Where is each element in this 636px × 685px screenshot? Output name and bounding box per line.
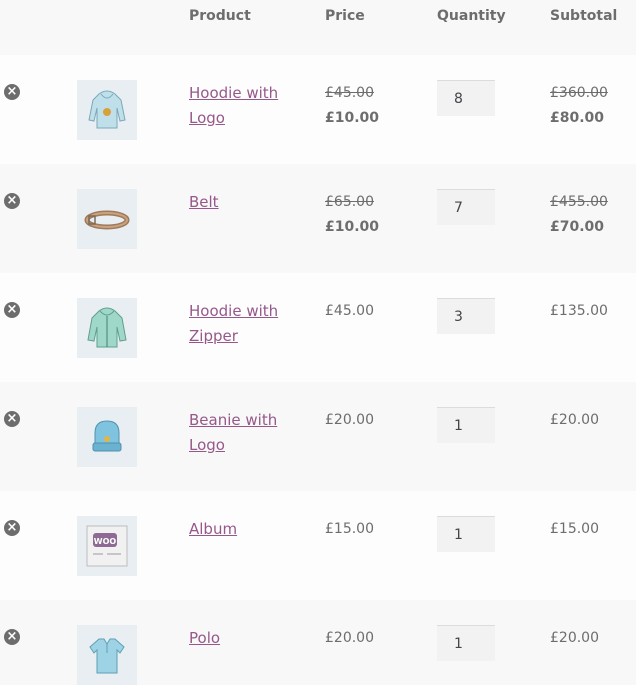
cart-row: × Hoodie with Zipper £45.00 3 £135.00	[0, 273, 636, 382]
remove-item-icon[interactable]: ×	[4, 84, 20, 100]
quantity-input[interactable]: 8	[437, 80, 495, 116]
beanie-icon[interactable]	[77, 407, 137, 467]
header-quantity: Quantity	[437, 8, 506, 24]
album-icon[interactable]: WOO	[77, 516, 137, 576]
remove-item-icon[interactable]: ×	[4, 302, 20, 318]
regular-subtotal: £455.00	[550, 194, 608, 210]
product-link-hoodie-logo[interactable]: Hoodie with Logo	[189, 81, 289, 131]
price-cell: £65.00 £10.00	[325, 190, 379, 240]
belt-icon[interactable]	[77, 189, 137, 249]
hoodie-logo-icon[interactable]	[77, 80, 137, 140]
cart-table: Product Price Quantity Subtotal × Hoodie…	[0, 0, 636, 685]
quantity-input[interactable]: 1	[437, 516, 495, 552]
header-price: Price	[325, 8, 365, 24]
price-cell: £45.00 £10.00	[325, 81, 379, 131]
sale-price: £10.00	[325, 219, 380, 235]
remove-item-icon[interactable]: ×	[4, 411, 20, 427]
cart-row: × Belt £65.00 £10.00 7 £455.00 £70.00	[0, 164, 636, 273]
cart-row: × Polo £20.00 1 £20.00	[0, 600, 636, 685]
regular-subtotal: £360.00	[550, 85, 608, 101]
price-cell: £45.00	[325, 303, 374, 319]
svg-text:WOO: WOO	[94, 537, 117, 546]
cart-row: × WOO Album £15.00 1 £15.00	[0, 491, 636, 600]
header-subtotal: Subtotal	[550, 8, 618, 24]
price-cell: £15.00	[325, 521, 374, 537]
subtotal-cell: £20.00	[550, 412, 599, 428]
remove-item-icon[interactable]: ×	[4, 629, 20, 645]
regular-price: £65.00	[325, 194, 374, 210]
product-link-album[interactable]: Album	[189, 517, 289, 542]
regular-price: £45.00	[325, 85, 374, 101]
price-cell: £20.00	[325, 412, 374, 428]
subtotal-cell: £360.00 £80.00	[550, 81, 608, 131]
sale-subtotal: £70.00	[550, 219, 605, 235]
quantity-input[interactable]: 1	[437, 625, 495, 661]
hoodie-zipper-icon[interactable]	[77, 298, 137, 358]
subtotal-cell: £455.00 £70.00	[550, 190, 608, 240]
product-link-polo[interactable]: Polo	[189, 626, 289, 651]
sale-subtotal: £80.00	[550, 110, 605, 126]
cart-row: × Beanie with Logo £20.00 1 £20.00	[0, 382, 636, 491]
cart-table-header: Product Price Quantity Subtotal	[0, 0, 636, 55]
subtotal-cell: £20.00	[550, 630, 599, 646]
sale-price: £10.00	[325, 110, 380, 126]
subtotal-cell: £15.00	[550, 521, 599, 537]
subtotal-cell: £135.00	[550, 303, 608, 319]
product-link-hoodie-zipper[interactable]: Hoodie with Zipper	[189, 299, 289, 349]
price-cell: £20.00	[325, 630, 374, 646]
quantity-input[interactable]: 3	[437, 298, 495, 334]
remove-item-icon[interactable]: ×	[4, 193, 20, 209]
cart-row: × Hoodie with Logo £45.00 £10.00 8 £360.…	[0, 55, 636, 164]
header-product: Product	[189, 8, 251, 24]
quantity-input[interactable]: 7	[437, 189, 495, 225]
product-link-belt[interactable]: Belt	[189, 190, 289, 215]
remove-item-icon[interactable]: ×	[4, 520, 20, 536]
product-link-beanie-logo[interactable]: Beanie with Logo	[189, 408, 289, 458]
quantity-input[interactable]: 1	[437, 407, 495, 443]
polo-icon[interactable]	[77, 625, 137, 685]
